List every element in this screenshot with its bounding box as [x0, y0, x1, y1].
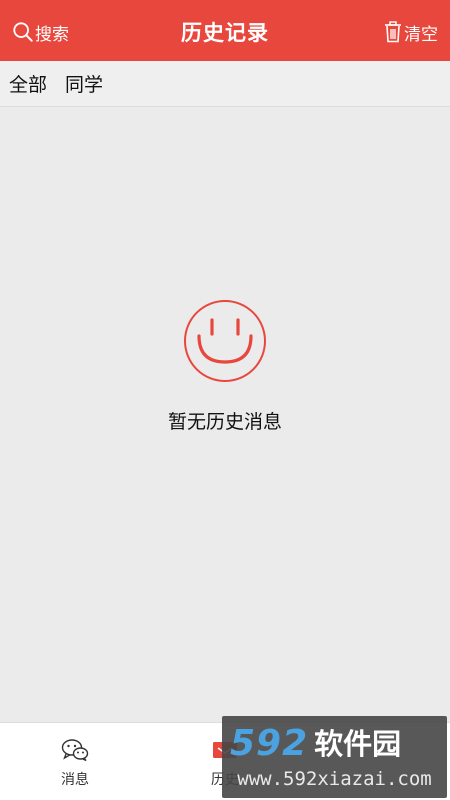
filter-tab-all[interactable]: 全部 — [9, 70, 47, 97]
filter-tab-classmates[interactable]: 同学 — [65, 70, 103, 97]
app-header: 搜索 历史记录 清空 — [0, 0, 450, 61]
nav-label-messages: 消息 — [61, 772, 89, 788]
trash-icon — [385, 21, 401, 43]
clear-button[interactable]: 清空 — [384, 18, 438, 46]
filter-bar: 全部 同学 — [0, 61, 450, 107]
page-title: 历史记录 — [181, 21, 269, 45]
watermark-brand: 软件园 — [314, 727, 402, 761]
watermark-overlay: 592 软件园 www.592xiazai.com — [222, 716, 447, 798]
nav-item-messages[interactable]: 消息 — [25, 737, 125, 789]
clear-label: 清空 — [404, 24, 438, 45]
watermark-number: 592 — [230, 723, 309, 764]
empty-state: 暂无历史消息 — [0, 298, 450, 434]
watermark-url: www.592xiazai.com — [237, 768, 432, 790]
empty-message: 暂无历史消息 — [167, 411, 282, 433]
chat-icon — [61, 739, 89, 762]
smiley-icon — [184, 300, 266, 382]
